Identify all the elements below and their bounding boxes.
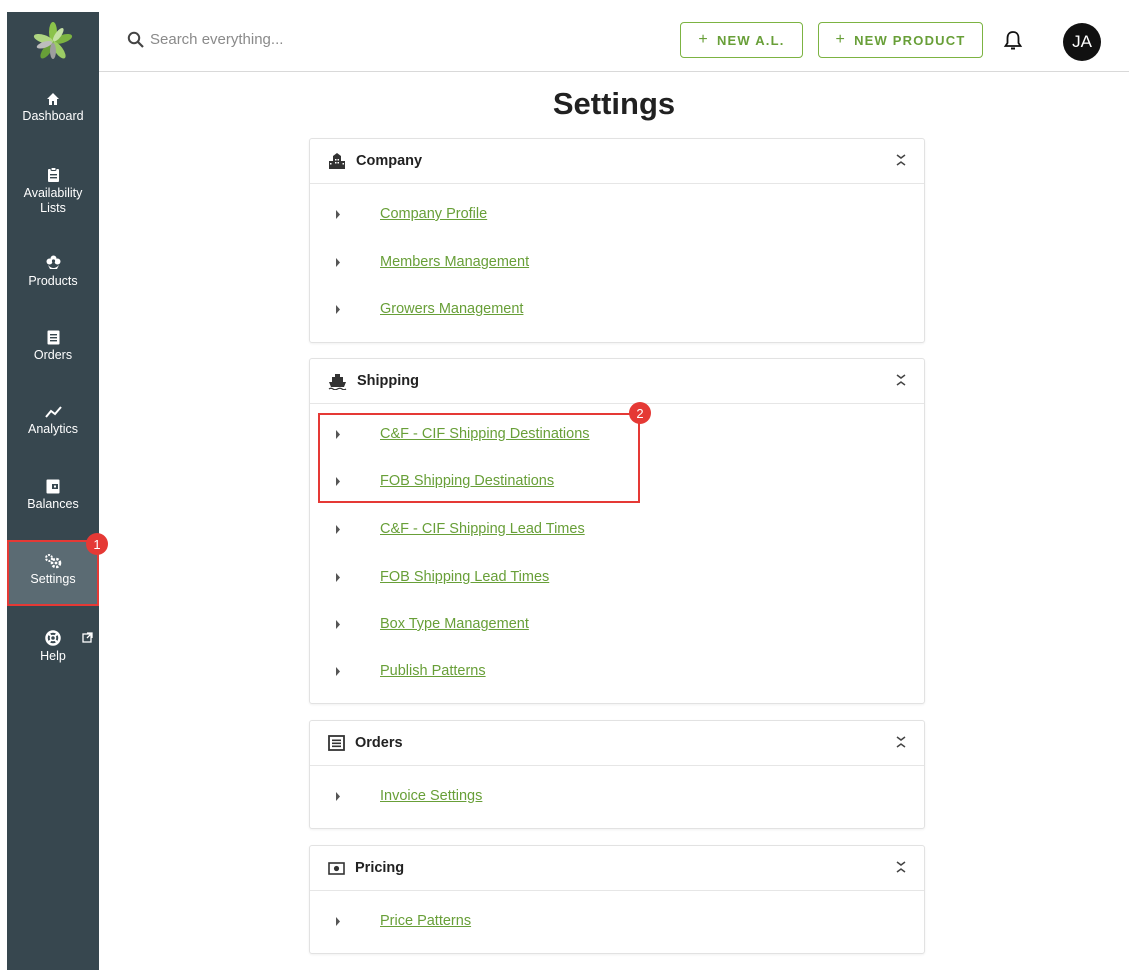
- box-type-management-link[interactable]: Box Type Management: [380, 616, 529, 632]
- list-item[interactable]: Box Type Management: [310, 613, 924, 637]
- bell-icon[interactable]: [1003, 30, 1023, 52]
- section-title: Company: [356, 153, 423, 169]
- orders-section: Orders Invoice Settings: [309, 720, 925, 829]
- collapse-icon[interactable]: [896, 153, 906, 167]
- search-box[interactable]: Search everything...: [127, 31, 283, 48]
- caret-right-icon: [336, 210, 340, 219]
- caret-right-icon: [336, 525, 340, 534]
- sidebar-item-label: Dashboard: [22, 109, 84, 123]
- company-section-header: Company: [310, 139, 924, 184]
- list-item[interactable]: C&F - CIF Shipping Lead Times: [310, 518, 924, 542]
- caret-right-icon: [336, 305, 340, 314]
- caret-right-icon: [336, 573, 340, 582]
- search-icon: [127, 31, 144, 48]
- list-item[interactable]: Publish Patterns: [310, 660, 924, 684]
- caret-right-icon: [336, 667, 340, 676]
- section-title: Shipping: [357, 373, 420, 389]
- list-item[interactable]: Growers Management: [310, 298, 924, 322]
- section-title: Pricing: [355, 860, 405, 876]
- plus-icon: +: [698, 31, 709, 48]
- logo[interactable]: [7, 12, 99, 72]
- caret-right-icon: [336, 258, 340, 267]
- pricing-section: Pricing Price Patterns: [309, 845, 925, 954]
- money-icon: [328, 861, 345, 875]
- fob-shipping-lead-times-link[interactable]: FOB Shipping Lead Times: [380, 569, 549, 585]
- list-item[interactable]: Company Profile: [310, 203, 924, 227]
- building-icon: [329, 152, 345, 169]
- price-patterns-link[interactable]: Price Patterns: [380, 913, 471, 929]
- sidebar-item-balances[interactable]: Balances: [7, 479, 99, 523]
- sidebar-item-settings[interactable]: Settings: [7, 540, 99, 606]
- sidebar-item-label: Products: [28, 274, 78, 288]
- caret-right-icon: [336, 917, 340, 926]
- company-section: Company Company Profile Members Manageme…: [309, 138, 925, 343]
- list-item[interactable]: Members Management: [310, 251, 924, 275]
- sidebar-item-analytics[interactable]: Analytics: [7, 405, 99, 449]
- avatar[interactable]: JA: [1063, 23, 1101, 61]
- shipping-section: Shipping C&F - CIF Shipping Destinations…: [309, 358, 925, 704]
- list-item[interactable]: Invoice Settings: [310, 785, 924, 809]
- sidebar: Dashboard Availability Lists Products Ord…: [7, 12, 99, 970]
- lifebuoy-icon: [45, 630, 61, 646]
- collapse-icon[interactable]: [896, 860, 906, 874]
- app-frame: Dashboard Availability Lists Products Ord…: [0, 0, 1136, 973]
- pricing-section-header: Pricing: [310, 846, 924, 891]
- growers-management-link[interactable]: Growers Management: [380, 301, 523, 317]
- shipping-section-header: Shipping: [310, 359, 924, 404]
- sidebar-item-availability-lists[interactable]: Availability Lists: [7, 167, 99, 227]
- sidebar-item-label: Availability Lists: [23, 186, 83, 215]
- step-badge-2: 2: [629, 402, 651, 424]
- new-product-button[interactable]: + NEW PRODUCT: [818, 22, 983, 58]
- new-product-label: NEW PRODUCT: [854, 32, 966, 48]
- collapse-icon[interactable]: [896, 373, 906, 387]
- sidebar-item-products[interactable]: Products: [7, 255, 99, 299]
- list-icon: [328, 735, 345, 751]
- trend-icon: [44, 406, 62, 418]
- leaf-logo-icon: [33, 22, 73, 59]
- collapse-icon[interactable]: [896, 735, 906, 749]
- sidebar-item-label: Orders: [33, 348, 73, 362]
- external-link-icon: [82, 632, 93, 643]
- orders-section-header: Orders: [310, 721, 924, 766]
- publish-patterns-link[interactable]: Publish Patterns: [380, 663, 486, 679]
- caret-right-icon: [336, 620, 340, 629]
- sidebar-item-dashboard[interactable]: Dashboard: [7, 92, 99, 136]
- gears-icon: [45, 554, 62, 569]
- members-management-link[interactable]: Members Management: [380, 254, 529, 270]
- page-title: Settings: [552, 86, 676, 121]
- invoice-settings-link[interactable]: Invoice Settings: [380, 788, 482, 804]
- sidebar-item-label: Settings: [30, 572, 76, 586]
- home-icon: [47, 93, 59, 105]
- sidebar-item-help[interactable]: Help: [7, 630, 99, 674]
- clipboard-icon: [47, 167, 59, 182]
- sidebar-item-label: Analytics: [27, 422, 79, 436]
- sidebar-item-label: Help: [40, 649, 66, 663]
- top-bar: Search everything... + NEW A.L. + NEW PR…: [99, 12, 1129, 72]
- plus-icon: +: [835, 31, 847, 48]
- highlight-box: [318, 413, 640, 503]
- list-icon: [47, 330, 59, 345]
- new-al-button[interactable]: + NEW A.L.: [680, 22, 803, 58]
- sidebar-item-orders[interactable]: Orders: [7, 330, 99, 374]
- ship-icon: [328, 373, 347, 390]
- section-title: Orders: [355, 735, 403, 751]
- list-item[interactable]: Price Patterns: [310, 910, 924, 934]
- flower-icon: [46, 255, 60, 269]
- list-item[interactable]: FOB Shipping Lead Times: [310, 566, 924, 590]
- cf-cif-shipping-lead-times-link[interactable]: C&F - CIF Shipping Lead Times: [380, 521, 585, 537]
- new-al-label: NEW A.L.: [716, 32, 785, 48]
- company-profile-link[interactable]: Company Profile: [380, 206, 487, 222]
- step-badge-1: 1: [86, 533, 108, 555]
- sidebar-item-label: Balances: [27, 497, 79, 511]
- wallet-icon: [46, 479, 60, 494]
- search-input[interactable]: Search everything...: [150, 31, 283, 48]
- caret-right-icon: [336, 792, 340, 801]
